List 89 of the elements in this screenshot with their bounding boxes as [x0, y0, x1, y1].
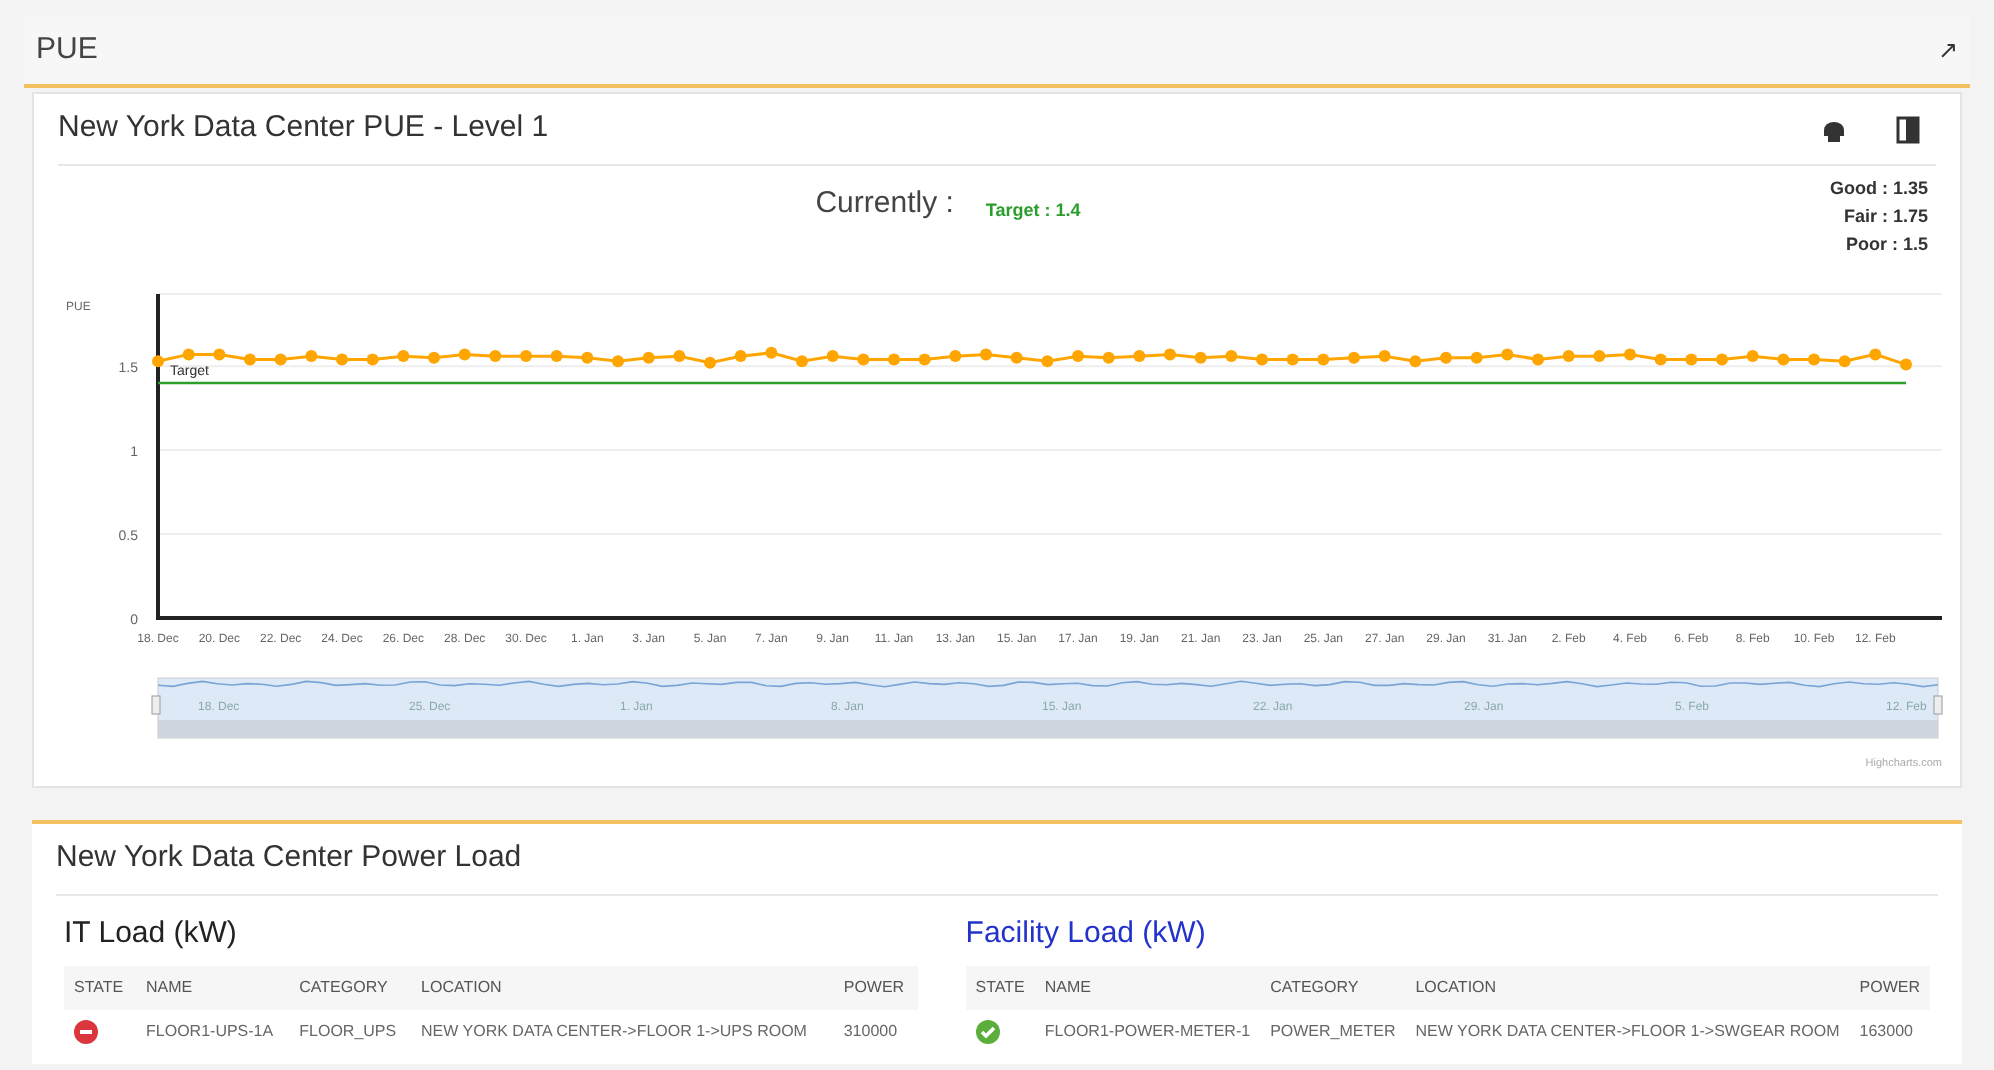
column-header: NAME	[1034, 965, 1261, 1009]
expand-icon[interactable]: ↗	[1938, 32, 1958, 68]
data-point	[888, 353, 900, 366]
data-point	[1194, 351, 1207, 364]
column-header: STATE	[965, 965, 1035, 1009]
table-cell: 310000	[833, 1009, 918, 1054]
data-point	[1501, 348, 1514, 361]
data-point	[1409, 355, 1422, 368]
data-point	[949, 350, 962, 363]
data-point	[1010, 351, 1023, 364]
data-point	[673, 350, 686, 363]
data-point	[550, 350, 563, 363]
table-cell: FLOOR_UPS	[289, 1009, 412, 1054]
data-point	[1838, 355, 1851, 368]
data-point	[581, 351, 594, 364]
data-point	[1593, 350, 1606, 363]
data-point	[612, 355, 624, 368]
data-point	[1532, 353, 1544, 366]
data-point	[366, 353, 379, 366]
column-header: STATE	[64, 965, 137, 1009]
column-header: CATEGORY	[289, 965, 412, 1009]
threshold-label: Fair : 1.75	[1841, 204, 1928, 230]
data-point	[1133, 350, 1146, 363]
column-header: LOCATION	[411, 965, 834, 1009]
data-point	[305, 350, 318, 363]
data-point	[1716, 353, 1728, 366]
data-point	[1102, 351, 1115, 364]
threshold-label: Good : 1.35	[1829, 176, 1928, 202]
data-point	[182, 348, 195, 361]
data-point	[1900, 358, 1912, 371]
data-point	[489, 350, 502, 363]
data-point	[642, 351, 655, 364]
data-point	[918, 353, 931, 366]
panel-title: PUE	[36, 29, 98, 70]
table-cell: NEW YORK DATA CENTER->FLOOR 1->UPS ROOM	[411, 1009, 834, 1054]
data-point	[765, 346, 778, 359]
data-point	[980, 348, 992, 361]
data-point	[1869, 348, 1882, 361]
data-point	[1378, 350, 1391, 363]
threshold-label: Poor : 1.5	[1843, 232, 1928, 258]
data-point	[336, 353, 348, 366]
data-point	[1164, 348, 1176, 361]
column-header: POWER	[1849, 965, 1930, 1009]
data-point	[704, 356, 716, 369]
data-point	[1348, 351, 1360, 364]
data-point	[244, 353, 256, 366]
column-header: POWER	[833, 965, 918, 1009]
data-point	[1808, 353, 1820, 366]
card-title: New York Data Center PUE - Level 1	[58, 108, 549, 149]
column-header: NAME	[136, 965, 290, 1009]
data-point	[734, 350, 747, 363]
data-point	[520, 350, 532, 363]
table-cell: FLOOR1-UPS-1A	[136, 1009, 290, 1054]
data-point	[397, 350, 410, 363]
data-point	[796, 355, 808, 368]
data-point	[1225, 350, 1238, 363]
data-point	[1286, 353, 1299, 366]
data-point	[1317, 353, 1330, 366]
door-icon[interactable]	[1896, 115, 1920, 143]
table-title: IT Load (kW)	[64, 914, 239, 954]
data-point	[274, 353, 287, 366]
column-header: CATEGORY	[1260, 965, 1406, 1009]
column-header: LOCATION	[1405, 965, 1850, 1009]
data-point	[1746, 350, 1759, 363]
currently-label: Currently :	[815, 184, 954, 224]
data-point	[428, 351, 440, 364]
data-point	[1624, 348, 1636, 361]
data-point	[1256, 353, 1268, 366]
table-cell: FLOOR1-POWER-METER-1	[1034, 1009, 1261, 1054]
data-point	[1072, 350, 1084, 363]
card-title: New York Data Center Power Load	[56, 838, 522, 879]
data-point	[1562, 350, 1575, 363]
target-value: Target : 1.4	[985, 198, 1081, 224]
data-point	[826, 350, 839, 363]
data-point	[1685, 353, 1698, 366]
table-cell: 163000	[1849, 1009, 1930, 1054]
data-point	[1777, 353, 1790, 366]
table-cell: NEW YORK DATA CENTER->FLOOR 1->SWGEAR ROOM	[1405, 1009, 1850, 1054]
data-point	[213, 348, 226, 361]
data-point	[1440, 351, 1452, 364]
data-point	[857, 353, 870, 366]
data-point	[1470, 351, 1483, 364]
print-icon[interactable]	[1820, 117, 1848, 141]
table-cell: POWER_METER	[1260, 1009, 1406, 1054]
data-point	[1654, 353, 1667, 366]
table-title: Facility Load (kW)	[965, 914, 1208, 954]
data-point	[458, 348, 471, 361]
data-point	[152, 355, 164, 368]
data-point	[1041, 355, 1054, 368]
